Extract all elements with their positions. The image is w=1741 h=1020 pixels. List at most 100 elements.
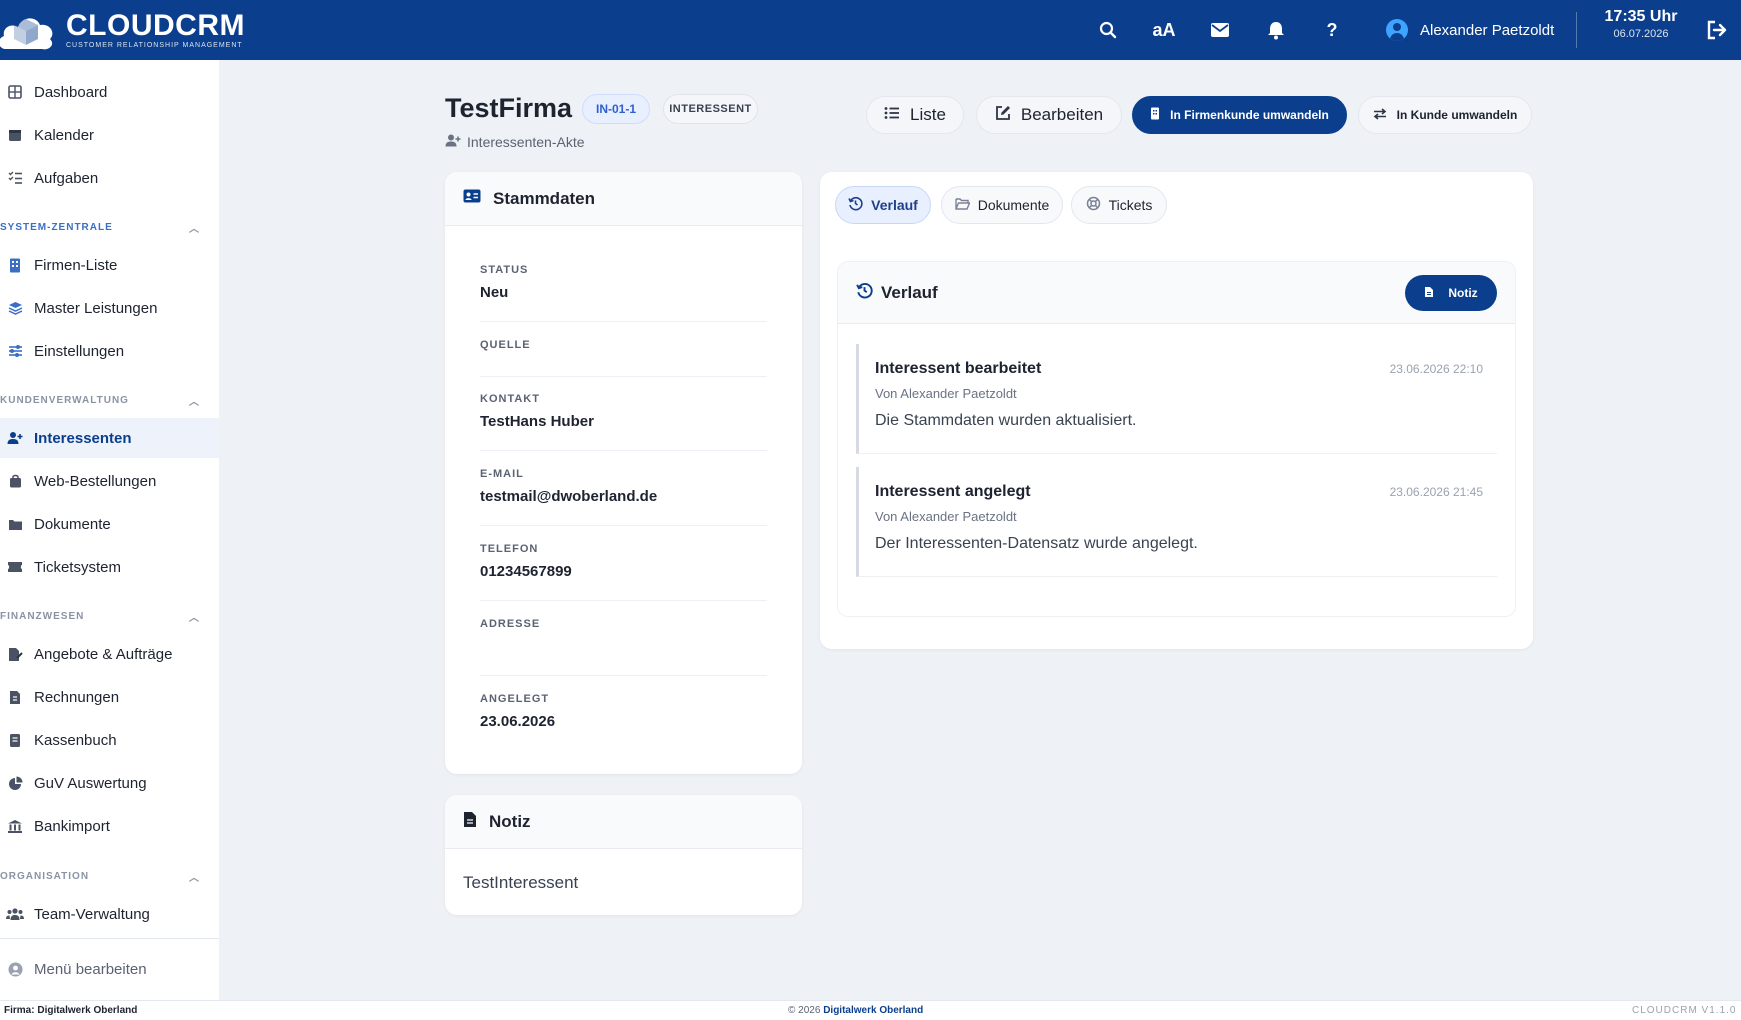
sidebar-section-title: SYSTEM-ZENTRALE bbox=[0, 221, 113, 233]
tab-label: Dokumente bbox=[977, 197, 1050, 213]
top-bar: CLOUDCRM CUSTOMER RELATIONSHIP MANAGEMEN… bbox=[0, 0, 1741, 60]
history-icon bbox=[856, 282, 873, 304]
sidebar-item-bankimport[interactable]: Bankimport bbox=[0, 806, 219, 846]
sidebar-item-ticketsystem[interactable]: Ticketsystem bbox=[0, 547, 219, 587]
activity-entry-title: Interessent angelegt bbox=[875, 483, 1031, 500]
sidebar-menu-edit[interactable]: Menü bearbeiten bbox=[0, 949, 219, 989]
clock-date: 06.07.2026 bbox=[1613, 28, 1669, 40]
user-circle-icon bbox=[6, 960, 24, 978]
stammdaten-header: Stammdaten bbox=[445, 172, 802, 226]
field-divider bbox=[480, 321, 767, 322]
sidebar-item-master-leistungen[interactable]: Master Leistungen bbox=[0, 288, 219, 328]
field-label: KONTAKT bbox=[480, 393, 540, 405]
sidebar-item-interessenten[interactable]: Interessenten bbox=[0, 418, 219, 458]
sidebar-section-kundenverwaltung[interactable]: KUNDENVERWALTUNG ︿ bbox=[0, 390, 200, 410]
activity-title-text: Verlauf bbox=[881, 283, 938, 302]
sidebar-item-label: Web-Bestellungen bbox=[34, 472, 157, 490]
user-plus-icon bbox=[6, 429, 24, 447]
sidebar-item-guv[interactable]: GuV Auswertung bbox=[0, 763, 219, 803]
sidebar-item-kassenbuch[interactable]: Kassenbuch bbox=[0, 720, 219, 760]
sidebar-section-organisation[interactable]: ORGANISATION ︿ bbox=[0, 866, 200, 886]
building-icon bbox=[6, 256, 24, 274]
sidebar-item-label: Kassenbuch bbox=[34, 731, 117, 749]
bell-icon[interactable] bbox=[1248, 0, 1304, 60]
footer-company-name: Digitalwerk Oberland bbox=[37, 1005, 138, 1016]
help-icon[interactable]: ? bbox=[1304, 0, 1360, 60]
sidebar-item-label: Bankimport bbox=[34, 817, 110, 835]
list-button-label: Liste bbox=[910, 105, 946, 124]
sidebar-item-team-verwaltung[interactable]: Team-Verwaltung bbox=[0, 894, 219, 934]
list-icon bbox=[884, 106, 900, 124]
notiz-card: Notiz TestInteressent bbox=[445, 795, 802, 915]
sidebar-section-system[interactable]: SYSTEM-ZENTRALE ︿ bbox=[0, 217, 200, 237]
footer-version: CLOUDCRM V1.1.0 bbox=[1632, 1005, 1737, 1016]
cloud-logo-icon bbox=[0, 5, 58, 55]
edit-button[interactable]: Bearbeiten bbox=[976, 96, 1122, 134]
mail-icon[interactable] bbox=[1192, 0, 1248, 60]
field-label: ADRESSE bbox=[480, 618, 541, 630]
font-size-icon[interactable]: aA bbox=[1136, 0, 1192, 60]
chevron-up-icon: ︿ bbox=[189, 872, 200, 884]
field-label: ANGELEGT bbox=[480, 693, 550, 705]
convert-company-button[interactable]: In Firmenkunde umwandeln bbox=[1132, 96, 1347, 134]
activity-entry-date: 23.06.2026 21:45 bbox=[1389, 485, 1483, 499]
field-telefon: TELEFON 01234567899 bbox=[480, 543, 802, 580]
activity-entry: Interessent bearbeitet Von Alexander Pae… bbox=[856, 344, 1497, 454]
footer-copyright-prefix: © 2026 bbox=[788, 1005, 821, 1016]
pie-chart-icon bbox=[6, 774, 24, 792]
sidebar-item-web-bestellungen[interactable]: Web-Bestellungen bbox=[0, 461, 219, 501]
field-label: QUELLE bbox=[480, 339, 531, 351]
sidebar-section-title: FINANZWESEN bbox=[0, 610, 85, 622]
sidebar-section-finanzwesen[interactable]: FINANZWESEN ︿ bbox=[0, 606, 200, 626]
activity-entry-author: Von Alexander Paetzoldt bbox=[875, 509, 1017, 524]
sidebar-divider bbox=[0, 938, 219, 939]
activity-entry-text: Die Stammdaten wurden aktualisiert. bbox=[875, 412, 1137, 429]
user-menu[interactable]: Alexander Paetzoldt bbox=[1386, 0, 1554, 60]
tab-label: Tickets bbox=[1108, 197, 1153, 213]
bank-icon bbox=[6, 817, 24, 835]
app-logo[interactable]: CLOUDCRM CUSTOMER RELATIONSHIP MANAGEMEN… bbox=[0, 0, 245, 60]
add-note-button[interactable]: Notiz bbox=[1405, 275, 1497, 311]
convert-customer-button[interactable]: In Kunde umwandeln bbox=[1358, 96, 1532, 134]
sidebar-item-aufgaben[interactable]: Aufgaben bbox=[0, 158, 219, 198]
folder-icon bbox=[6, 515, 24, 533]
field-kontakt: KONTAKT TestHans Huber bbox=[480, 393, 802, 430]
user-avatar-icon bbox=[1386, 19, 1408, 41]
ticket-icon bbox=[6, 558, 24, 576]
search-icon[interactable] bbox=[1080, 0, 1136, 60]
page-subtitle-text: Interessenten-Akte bbox=[467, 134, 585, 150]
sidebar-item-einstellungen[interactable]: Einstellungen bbox=[0, 331, 219, 371]
sidebar-item-dokumente[interactable]: Dokumente bbox=[0, 504, 219, 544]
add-note-label: Notiz bbox=[1448, 286, 1478, 300]
notiz-header: Notiz bbox=[445, 795, 802, 849]
exchange-icon bbox=[1373, 107, 1387, 124]
activity-entry: Interessent angelegt Von Alexander Paetz… bbox=[856, 467, 1497, 577]
sidebar-item-dashboard[interactable]: Dashboard bbox=[0, 72, 219, 112]
tab-dokumente[interactable]: Dokumente bbox=[941, 186, 1063, 224]
clock-time: 17:35 Uhr bbox=[1604, 8, 1678, 25]
chevron-up-icon: ︿ bbox=[189, 223, 200, 235]
footer-copyright-link[interactable]: Digitalwerk Oberland bbox=[823, 1005, 923, 1016]
tab-verlauf[interactable]: Verlauf bbox=[835, 186, 931, 224]
footer-company-label: Firma: bbox=[4, 1005, 35, 1016]
activity-card: Verlauf Dokumente Tickets Verlauf Notiz bbox=[820, 172, 1533, 649]
sidebar-item-label: Master Leistungen bbox=[34, 299, 158, 317]
topbar-divider bbox=[1576, 12, 1577, 48]
logout-icon[interactable] bbox=[1700, 12, 1734, 48]
activity-header: Verlauf Notiz bbox=[838, 262, 1515, 324]
sidebar-item-label: GuV Auswertung bbox=[34, 774, 147, 792]
field-divider bbox=[480, 376, 767, 377]
tab-tickets[interactable]: Tickets bbox=[1071, 186, 1167, 224]
sliders-icon bbox=[6, 342, 24, 360]
sidebar-item-firmen-liste[interactable]: Firmen-Liste bbox=[0, 245, 219, 285]
calendar-icon bbox=[6, 126, 24, 144]
footer-copyright: © 2026 Digitalwerk Oberland bbox=[788, 1005, 923, 1016]
sidebar-item-label: Kalender bbox=[34, 126, 95, 144]
sidebar-item-angebote[interactable]: Angebote & Aufträge bbox=[0, 634, 219, 674]
sidebar-item-kalender[interactable]: Kalender bbox=[0, 115, 219, 155]
shopping-bag-icon bbox=[6, 472, 24, 490]
list-button[interactable]: Liste bbox=[866, 96, 964, 134]
sidebar-item-rechnungen[interactable]: Rechnungen bbox=[0, 677, 219, 717]
page-title: TestFirma bbox=[445, 93, 573, 123]
sidebar-item-label: Dokumente bbox=[34, 515, 111, 533]
